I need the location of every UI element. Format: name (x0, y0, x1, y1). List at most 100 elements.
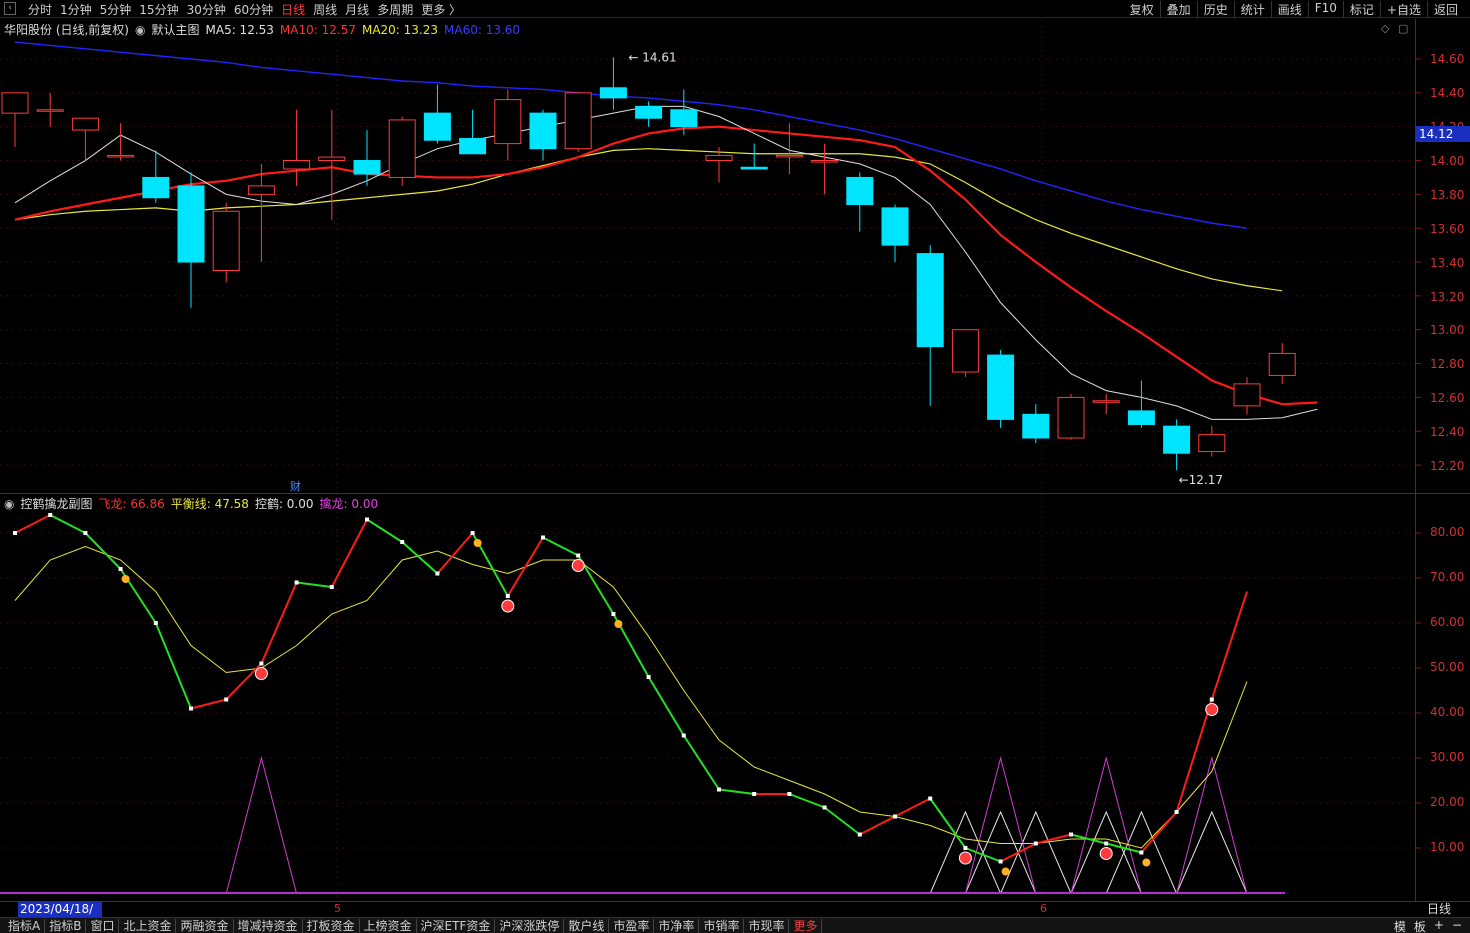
ytick: 13.00 (1430, 323, 1465, 337)
stock-name[interactable]: 华阳股份 (日线,前复权) (4, 21, 129, 38)
hand-signal-marker (1142, 858, 1151, 867)
candle-body (740, 166, 768, 170)
fei-long-segment (296, 581, 332, 588)
fei-long-segment (506, 536, 544, 597)
candle-body (670, 109, 698, 128)
high-price-label: ← 14.61 (628, 50, 676, 64)
candle-body (564, 92, 592, 150)
finance-event-mark[interactable]: 财 (290, 478, 301, 494)
buy-signal-marker (958, 851, 972, 865)
fei-long-segment (647, 676, 685, 737)
candle-body (1, 92, 29, 114)
ytick: 50.00 (1430, 660, 1465, 674)
candle-body (459, 138, 487, 155)
tab-retail-line[interactable]: 散户线 (564, 919, 610, 933)
hand-signal-marker (473, 539, 482, 547)
fei-long-segment (14, 514, 51, 534)
tab-pb[interactable]: 市净率 (654, 919, 700, 933)
main-yaxis[interactable]: 14.60 14.40 14.20 14.00 13.80 13.60 13.4… (1416, 0, 1470, 493)
fei-long-point (13, 531, 17, 535)
candle-body (1057, 396, 1085, 439)
fei-long-point (998, 859, 1003, 864)
low-price-label: ←12.17 (1179, 473, 1223, 487)
fei-long-point (681, 733, 686, 738)
fei-long-segment (190, 698, 227, 710)
settings-square-icon[interactable]: ▢ (1398, 22, 1408, 35)
candle-body (705, 154, 733, 162)
fei-long-segment (894, 797, 931, 818)
tab-margin[interactable]: 两融资金 (176, 919, 234, 933)
fei-long-segment (49, 514, 86, 534)
candle-body (599, 87, 627, 99)
fei-long-segment (718, 788, 755, 795)
hand-signal-marker (121, 575, 130, 583)
diamond-icon[interactable]: ◇ (1381, 22, 1389, 35)
tab-more-indicators[interactable]: 更多 (789, 919, 823, 933)
fei-long-segment (1035, 833, 1072, 845)
candle-body (987, 354, 1015, 420)
fei-long-point (1069, 832, 1073, 837)
fei-long-point (611, 612, 616, 616)
ytick: 13.80 (1430, 188, 1465, 202)
fei-long-point (224, 697, 229, 702)
candle-body (635, 105, 663, 119)
fei-long-segment (859, 815, 896, 836)
sub-indicator-title[interactable]: 控鹤擒龙副图 (20, 495, 92, 512)
fei-long-segment (789, 793, 825, 809)
sub-indicator-icon[interactable]: ◉ (4, 497, 14, 511)
indicator-tabbar: 指标A 指标B 窗口 北上资金 两融资金 增减持资金 打板资金 上榜资金 沪深E… (0, 917, 1470, 933)
fei-long-point (505, 594, 510, 598)
template-name[interactable]: 默认主图 (151, 21, 199, 38)
ytick: 10.00 (1430, 840, 1465, 854)
tab-indicator-a[interactable]: 指标A (4, 919, 46, 933)
xaxis-month-label: 6 (1040, 902, 1047, 915)
fei-long-segment (1140, 811, 1178, 854)
tab-indicator-b[interactable]: 指标B (45, 919, 87, 933)
candle-body (846, 176, 874, 206)
ytick: 12.40 (1430, 425, 1465, 439)
chart-canvas[interactable]: ← 14.61 ←12.17 (0, 0, 1470, 933)
candle-body (107, 154, 135, 158)
kong-he-triangle (1000, 810, 1072, 894)
fei-long-point (118, 567, 123, 571)
sub-yaxis[interactable]: 80.00 70.00 60.00 50.00 40.00 30.00 20.0… (1416, 494, 1470, 901)
tab-ps[interactable]: 市销率 (699, 919, 745, 933)
candle-body (71, 117, 99, 131)
fei-long-point (400, 540, 405, 544)
board-button[interactable]: 板 (1414, 918, 1426, 933)
current-price-tag: 14.12 (1416, 126, 1470, 142)
xaxis-month-label: 5 (334, 902, 341, 915)
template-button[interactable]: 模 (1394, 918, 1406, 933)
tab-limit-stats[interactable]: 沪深涨跌停 (495, 919, 565, 933)
ytick: 13.20 (1430, 290, 1465, 304)
zoom-in-button[interactable]: + (1434, 918, 1444, 933)
ytick: 13.60 (1430, 222, 1465, 236)
tab-top-list-funds[interactable]: 上榜资金 (360, 919, 417, 933)
template-dropdown-icon[interactable]: ◉ (135, 23, 145, 37)
ytick: 60.00 (1430, 615, 1465, 629)
ma20-line (14, 148, 1283, 292)
fei-long-point (752, 792, 757, 796)
tab-pe[interactable]: 市盈率 (609, 919, 655, 933)
tab-holding-change[interactable]: 增减持资金 (234, 919, 303, 933)
buy-signal-marker (1099, 847, 1113, 860)
fei-long-point (1033, 841, 1038, 846)
tab-etf-funds[interactable]: 沪深ETF资金 (417, 919, 496, 933)
candle-body (1092, 400, 1120, 403)
panel-divider[interactable] (0, 493, 1470, 494)
fei-long-segment (1000, 842, 1037, 863)
fei-long-point (576, 553, 581, 558)
candle-body (811, 160, 839, 163)
ytick: 40.00 (1430, 705, 1465, 719)
zoom-out-button[interactable]: − (1452, 918, 1462, 933)
tab-northbound[interactable]: 北上资金 (119, 919, 177, 933)
tab-window[interactable]: 窗口 (86, 919, 120, 933)
tab-pcf[interactable]: 市现率 (744, 919, 790, 933)
buy-signal-marker (501, 599, 515, 613)
fei-long-point (822, 805, 827, 810)
stock-chart-window: ‹ 分时 1分钟 5分钟 15分钟 30分钟 60分钟 日线 周线 月线 多周期… (0, 0, 1470, 933)
tab-limit-up-funds[interactable]: 打板资金 (303, 919, 360, 933)
candle-body (318, 156, 346, 162)
ma20-value: MA20: 13.23 (361, 22, 439, 37)
fei-long-segment (401, 541, 439, 575)
